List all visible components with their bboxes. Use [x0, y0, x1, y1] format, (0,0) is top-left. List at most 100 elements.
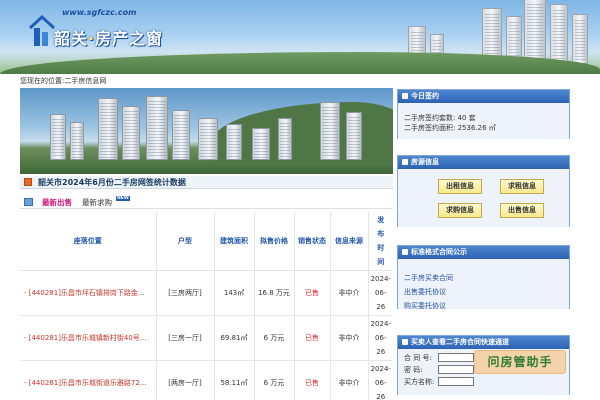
date-part: 26 [376, 347, 386, 356]
watermark-badge: 问房管助手 [474, 350, 566, 374]
date-part: 06- [375, 288, 387, 297]
panel-title: 房源信息 [411, 158, 439, 166]
buy-wanted-button[interactable]: 求购信息 [438, 203, 482, 218]
col-header-area: 建筑面积 [214, 212, 255, 270]
photo-tower [320, 102, 340, 160]
table-header-row: 座落位置 户型 建筑面积 拟售价格 销售状态 信息来源 发 布 时 间 [20, 212, 393, 270]
panel-bullet-icon [402, 93, 408, 99]
listing-date: 2024- 06- 26 [368, 314, 393, 360]
listing-area: 143㎡ [214, 269, 255, 315]
header-char: 间 [377, 257, 385, 266]
listing-source: 非中介 [330, 314, 369, 360]
site-title-name: 房产之窗 [95, 29, 164, 48]
panel-listings-info: 房源信息 出租信息 求租信息 求购信息 出售信息 [397, 155, 570, 227]
banner-building [572, 14, 588, 64]
header-char: 发 [377, 215, 385, 224]
listing-date: 2024- 06- 26 [368, 359, 393, 400]
table-row[interactable]: - [440281]乐昌市乐城镇新村街40号... [三房一厅] 69.81㎡ … [20, 314, 393, 360]
panel-title: 买卖人查看二手房合同快速通道 [411, 338, 509, 346]
buyer-name-label: 买方名称: [404, 378, 435, 386]
panel-standard-contracts: 标准格式合同公示 二手房买卖合同 出售委托协议 购买委托协议 [397, 245, 570, 310]
date-part: 06- [375, 333, 387, 342]
site-url: www.sgfczc.com [62, 8, 137, 17]
panel-header: 标准格式合同公示 [398, 246, 569, 259]
rent-out-button[interactable]: 出租信息 [438, 179, 482, 194]
breadcrumb: 您现在的位置:二手房信息网 [20, 77, 107, 85]
site-title: 韶关·房产之窗 [54, 25, 163, 49]
photo-tower [198, 118, 218, 160]
listing-status: 已售 [294, 314, 331, 360]
col-header-published: 发 布 时 间 [368, 212, 393, 270]
table-row[interactable]: - [440281]乐昌市乐城街道乐雅路72... [两房一厅] 58.11㎡ … [20, 359, 393, 400]
header-char: 布 [377, 229, 385, 238]
header-char: 时 [377, 243, 385, 252]
listing-location-link[interactable]: - [440281]乐昌市坪石镇排岗下路金... [20, 269, 157, 315]
listing-price: 6 万元 [254, 314, 295, 360]
photo-tower [146, 96, 168, 160]
tab-latest-sale[interactable]: 最新出售 [42, 197, 72, 208]
date-part: 2024- [370, 364, 391, 373]
listing-location-link[interactable]: - [440281]乐昌市乐城镇新村街40号... [20, 314, 157, 360]
col-header-status: 销售状态 [294, 212, 331, 270]
list-icon [24, 198, 33, 206]
panel-header: 买卖人查看二手房合同快速通道 [398, 336, 569, 349]
photo-tower [346, 112, 362, 160]
listing-source: 非中介 [330, 269, 369, 315]
panel-header: 房源信息 [398, 156, 569, 169]
col-header-layout: 户型 [156, 212, 215, 270]
listing-status: 已售 [294, 359, 331, 400]
panel-header: 今日签约 [398, 90, 569, 103]
featured-photo [20, 88, 393, 174]
password-label: 密 码: [404, 366, 423, 374]
photo-tower [172, 110, 190, 160]
panel-body: 二手房签约套数: 40 套 二手房签约面积: 2536.26 ㎡ [398, 103, 569, 139]
date-part: 2024- [370, 274, 391, 283]
col-header-source: 信息来源 [330, 212, 369, 270]
new-badge: NEW [116, 196, 130, 201]
house-logo-icon [28, 14, 56, 46]
panel-bullet-icon [402, 339, 408, 345]
password-input[interactable] [438, 365, 474, 374]
panel-title: 标准格式合同公示 [411, 248, 467, 256]
signing-area: 二手房签约面积: 2536.26 ㎡ [404, 124, 496, 132]
panel-body: 二手房买卖合同 出售委托协议 购买委托协议 [398, 259, 569, 310]
for-sale-button[interactable]: 出售信息 [500, 203, 544, 218]
banner-building [550, 4, 568, 64]
photo-tower [70, 122, 84, 160]
listing-location-link[interactable]: - [440281]乐昌市乐城街道乐雅路72... [20, 359, 157, 400]
tab-latest-wanted[interactable]: 最新求购 [82, 197, 112, 208]
contract-no-label: 合 同 号: [404, 354, 432, 362]
date-part: 26 [376, 392, 386, 400]
photo-tower [98, 98, 118, 160]
stats-title-bar: 韶关市2024年6月份二手房网签统计数据 [20, 176, 393, 189]
photo-tower [278, 118, 292, 160]
listing-price: 6 万元 [254, 359, 295, 400]
date-part: 06- [375, 378, 387, 387]
contract-link-sell-agency[interactable]: 出售委托协议 [404, 285, 569, 299]
col-header-price: 拟售价格 [254, 212, 295, 270]
contract-no-input[interactable] [438, 353, 474, 362]
site-title-city: 韶关 [54, 29, 89, 48]
buyer-name-input[interactable] [438, 377, 474, 386]
contract-link-buy-agency[interactable]: 购买委托协议 [404, 299, 569, 313]
listing-table: 座落位置 户型 建筑面积 拟售价格 销售状态 信息来源 发 布 时 间 - [4… [20, 212, 393, 400]
site-banner: www.sgfczc.com 韶关·房产之窗 [0, 0, 600, 74]
listing-area: 69.81㎡ [214, 314, 255, 360]
photo-tower [226, 124, 242, 160]
listing-tabs: 最新出售 最新求购 NEW [20, 196, 393, 209]
panel-bullet-icon [402, 249, 408, 255]
rent-wanted-button[interactable]: 求租信息 [500, 179, 544, 194]
panel-title: 今日签约 [411, 92, 439, 100]
panel-body: 出租信息 求租信息 求购信息 出售信息 [398, 169, 569, 227]
photo-tower [252, 128, 270, 160]
col-header-location: 座落位置 [20, 212, 157, 270]
panel-today-signings: 今日签约 二手房签约套数: 40 套 二手房签约面积: 2536.26 ㎡ [397, 89, 570, 139]
table-row[interactable]: - [440281]乐昌市坪石镇排岗下路金... [三房两厅] 143㎡ 16.… [20, 269, 393, 315]
site-logo[interactable]: www.sgfczc.com 韶关·房产之窗 [24, 8, 194, 52]
banner-building [524, 0, 546, 64]
contract-link-sale[interactable]: 二手房买卖合同 [404, 271, 569, 285]
listing-price: 16.8 万元 [254, 269, 295, 315]
listing-status: 已售 [294, 269, 331, 315]
date-part: 26 [376, 302, 386, 311]
panel-bullet-icon [402, 159, 408, 165]
